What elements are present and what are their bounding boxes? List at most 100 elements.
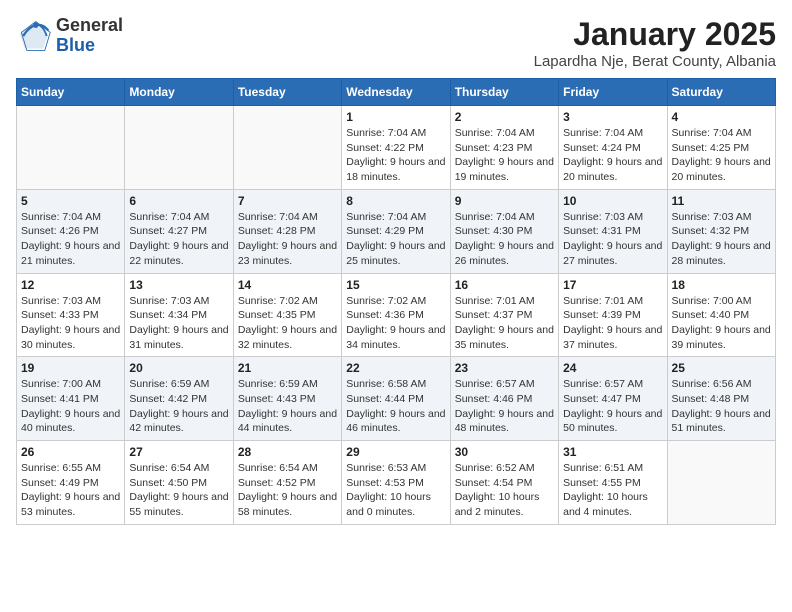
day-number: 2 xyxy=(455,110,554,124)
day-number: 30 xyxy=(455,445,554,459)
day-info: Sunrise: 7:04 AM Sunset: 4:23 PM Dayligh… xyxy=(455,126,554,185)
calendar-day-cell: 9Sunrise: 7:04 AM Sunset: 4:30 PM Daylig… xyxy=(450,189,558,273)
day-number: 17 xyxy=(563,278,662,292)
location-title: Lapardha Nje, Berat County, Albania xyxy=(534,53,776,70)
page-header: General Blue January 2025 Lapardha Nje, … xyxy=(16,16,776,70)
calendar-day-cell: 5 Sunrise: 7:04 AM Sunset: 4:26 PM Daylig… xyxy=(17,189,125,273)
day-info: Sunrise: 6:53 AM Sunset: 4:53 PM Dayligh… xyxy=(346,461,445,520)
day-number: 4 xyxy=(672,110,771,124)
day-info: Sunrise: 7:03 AM Sunset: 4:34 PM Dayligh… xyxy=(129,294,228,353)
day-number: 14 xyxy=(238,278,337,292)
calendar-day-cell: 28Sunrise: 6:54 AM Sunset: 4:52 PM Dayli… xyxy=(233,441,341,525)
day-info: Sunrise: 6:56 AM Sunset: 4:48 PM Dayligh… xyxy=(672,377,771,436)
weekday-header: Friday xyxy=(559,79,667,106)
day-info: Sunrise: 7:04 AM Sunset: 4:28 PM Dayligh… xyxy=(238,210,337,269)
day-info: Sunrise: 7:04 AM Sunset: 4:25 PM Dayligh… xyxy=(672,126,771,185)
weekday-header: Wednesday xyxy=(342,79,450,106)
weekday-header: Tuesday xyxy=(233,79,341,106)
day-info: Sunrise: 6:57 AM Sunset: 4:46 PM Dayligh… xyxy=(455,377,554,436)
title-block: January 2025 Lapardha Nje, Berat County,… xyxy=(534,16,776,70)
day-info: Sunrise: 7:03 AM Sunset: 4:31 PM Dayligh… xyxy=(563,210,662,269)
day-number: 16 xyxy=(455,278,554,292)
day-number: 21 xyxy=(238,361,337,375)
day-number: 12 xyxy=(21,278,120,292)
day-info: Sunrise: 7:04 AM Sunset: 4:26 PM Dayligh… xyxy=(21,210,120,269)
day-info: Sunrise: 7:00 AM Sunset: 4:40 PM Dayligh… xyxy=(672,294,771,353)
day-info: Sunrise: 7:04 AM Sunset: 4:29 PM Dayligh… xyxy=(346,210,445,269)
calendar-day-cell: 3Sunrise: 7:04 AM Sunset: 4:24 PM Daylig… xyxy=(559,106,667,190)
day-info: Sunrise: 6:57 AM Sunset: 4:47 PM Dayligh… xyxy=(563,377,662,436)
day-number: 19 xyxy=(21,361,120,375)
logo-general: General xyxy=(56,16,123,36)
weekday-header: Sunday xyxy=(17,79,125,106)
day-number: 25 xyxy=(672,361,771,375)
day-number: 13 xyxy=(129,278,228,292)
calendar-day-cell: 20Sunrise: 6:59 AM Sunset: 4:42 PM Dayli… xyxy=(125,357,233,441)
calendar-day-cell: 26Sunrise: 6:55 AM Sunset: 4:49 PM Dayli… xyxy=(17,441,125,525)
calendar-day-cell: 11Sunrise: 7:03 AM Sunset: 4:32 PM Dayli… xyxy=(667,189,775,273)
day-info: Sunrise: 7:00 AM Sunset: 4:41 PM Dayligh… xyxy=(21,377,120,436)
calendar-week-row: 19 Sunrise: 7:00 AM Sunset: 4:41 PM Dayli… xyxy=(17,357,776,441)
day-number: 28 xyxy=(238,445,337,459)
calendar-day-cell: 23 Sunrise: 6:57 AM Sunset: 4:46 PM Dayli… xyxy=(450,357,558,441)
logo-blue: Blue xyxy=(56,36,123,56)
calendar-day-cell: 27 Sunrise: 6:54 AM Sunset: 4:50 PM Dayli… xyxy=(125,441,233,525)
day-number: 6 xyxy=(129,194,228,208)
calendar-day-cell: 10 Sunrise: 7:03 AM Sunset: 4:31 PM Dayli… xyxy=(559,189,667,273)
day-info: Sunrise: 6:55 AM Sunset: 4:49 PM Dayligh… xyxy=(21,461,120,520)
day-info: Sunrise: 7:03 AM Sunset: 4:32 PM Dayligh… xyxy=(672,210,771,269)
calendar-week-row: 1 Sunrise: 7:04 AM Sunset: 4:22 PM Daylig… xyxy=(17,106,776,190)
day-number: 24 xyxy=(563,361,662,375)
day-number: 27 xyxy=(129,445,228,459)
calendar-day-cell: 6Sunrise: 7:04 AM Sunset: 4:27 PM Daylig… xyxy=(125,189,233,273)
month-title: January 2025 xyxy=(534,16,776,53)
calendar-day-cell: 12 Sunrise: 7:03 AM Sunset: 4:33 PM Dayli… xyxy=(17,273,125,357)
day-number: 31 xyxy=(563,445,662,459)
day-info: Sunrise: 6:52 AM Sunset: 4:54 PM Dayligh… xyxy=(455,461,554,520)
calendar-day-cell: 16 Sunrise: 7:01 AM Sunset: 4:37 PM Dayli… xyxy=(450,273,558,357)
calendar-day-cell: 22Sunrise: 6:58 AM Sunset: 4:44 PM Dayli… xyxy=(342,357,450,441)
day-info: Sunrise: 6:54 AM Sunset: 4:50 PM Dayligh… xyxy=(129,461,228,520)
calendar-day-cell xyxy=(233,106,341,190)
day-number: 29 xyxy=(346,445,445,459)
day-number: 15 xyxy=(346,278,445,292)
calendar-day-cell xyxy=(17,106,125,190)
calendar-week-row: 26Sunrise: 6:55 AM Sunset: 4:49 PM Dayli… xyxy=(17,441,776,525)
calendar-day-cell: 31 Sunrise: 6:51 AM Sunset: 4:55 PM Dayli… xyxy=(559,441,667,525)
calendar-day-cell: 13 Sunrise: 7:03 AM Sunset: 4:34 PM Dayli… xyxy=(125,273,233,357)
day-info: Sunrise: 7:02 AM Sunset: 4:36 PM Dayligh… xyxy=(346,294,445,353)
day-number: 10 xyxy=(563,194,662,208)
day-number: 8 xyxy=(346,194,445,208)
calendar-day-cell: 19 Sunrise: 7:00 AM Sunset: 4:41 PM Dayli… xyxy=(17,357,125,441)
logo-icon xyxy=(16,18,52,54)
calendar-week-row: 12 Sunrise: 7:03 AM Sunset: 4:33 PM Dayli… xyxy=(17,273,776,357)
calendar-day-cell: 1 Sunrise: 7:04 AM Sunset: 4:22 PM Daylig… xyxy=(342,106,450,190)
day-number: 22 xyxy=(346,361,445,375)
calendar-day-cell: 15 Sunrise: 7:02 AM Sunset: 4:36 PM Dayli… xyxy=(342,273,450,357)
weekday-header: Saturday xyxy=(667,79,775,106)
calendar-day-cell: 29 Sunrise: 6:53 AM Sunset: 4:53 PM Dayli… xyxy=(342,441,450,525)
calendar-day-cell: 8 Sunrise: 7:04 AM Sunset: 4:29 PM Daylig… xyxy=(342,189,450,273)
day-info: Sunrise: 7:04 AM Sunset: 4:22 PM Dayligh… xyxy=(346,126,445,185)
calendar-day-cell: 4 Sunrise: 7:04 AM Sunset: 4:25 PM Daylig… xyxy=(667,106,775,190)
calendar-table: SundayMondayTuesdayWednesdayThursdayFrid… xyxy=(16,78,776,525)
day-number: 1 xyxy=(346,110,445,124)
day-info: Sunrise: 7:03 AM Sunset: 4:33 PM Dayligh… xyxy=(21,294,120,353)
day-info: Sunrise: 7:01 AM Sunset: 4:39 PM Dayligh… xyxy=(563,294,662,353)
day-number: 23 xyxy=(455,361,554,375)
day-info: Sunrise: 6:51 AM Sunset: 4:55 PM Dayligh… xyxy=(563,461,662,520)
calendar-day-cell: 14 Sunrise: 7:02 AM Sunset: 4:35 PM Dayli… xyxy=(233,273,341,357)
calendar-day-cell: 2 Sunrise: 7:04 AM Sunset: 4:23 PM Daylig… xyxy=(450,106,558,190)
day-info: Sunrise: 7:02 AM Sunset: 4:35 PM Dayligh… xyxy=(238,294,337,353)
logo: General Blue xyxy=(16,16,123,56)
calendar-day-cell: 17 Sunrise: 7:01 AM Sunset: 4:39 PM Dayli… xyxy=(559,273,667,357)
logo-text: General Blue xyxy=(56,16,123,56)
day-number: 5 xyxy=(21,194,120,208)
day-info: Sunrise: 6:59 AM Sunset: 4:43 PM Dayligh… xyxy=(238,377,337,436)
day-number: 7 xyxy=(238,194,337,208)
weekday-header: Thursday xyxy=(450,79,558,106)
calendar-day-cell xyxy=(125,106,233,190)
weekday-header-row: SundayMondayTuesdayWednesdayThursdayFrid… xyxy=(17,79,776,106)
calendar-day-cell: 24 Sunrise: 6:57 AM Sunset: 4:47 PM Dayli… xyxy=(559,357,667,441)
day-info: Sunrise: 7:01 AM Sunset: 4:37 PM Dayligh… xyxy=(455,294,554,353)
